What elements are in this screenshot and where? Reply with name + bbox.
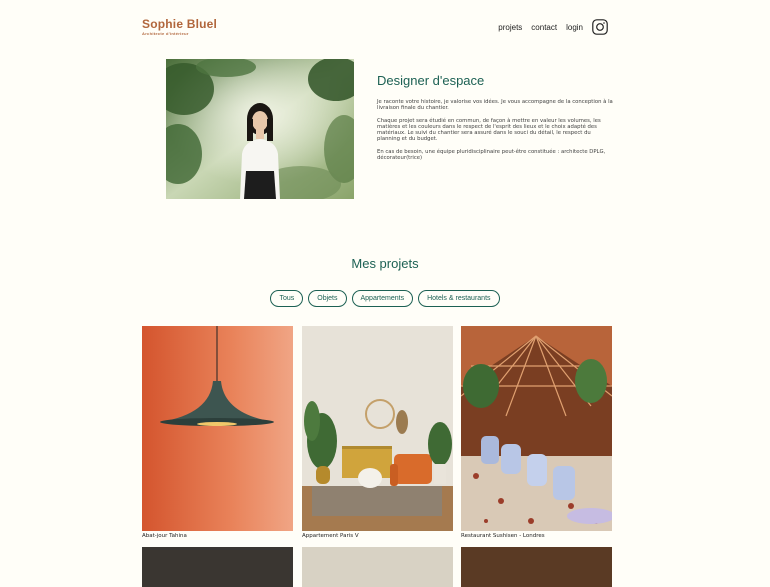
logo[interactable]: Sophie Bluel Architecte d'intérieur	[142, 17, 218, 37]
intro-title: Designer d'espace	[377, 73, 485, 88]
main-nav: projets contact login	[489, 19, 608, 35]
project-image-apartment	[302, 326, 453, 531]
project-caption: Appartement Paris V	[302, 533, 359, 539]
project-caption: Restaurant Sushisen - Londres	[461, 533, 545, 539]
project-image-restaurant	[461, 326, 612, 531]
nav-contact[interactable]: contact	[531, 23, 557, 32]
intro-paragraph: En cas de besoin, une équipe pluridiscip…	[377, 148, 606, 162]
portrait-photo	[166, 59, 354, 199]
filter-tous[interactable]: Tous	[270, 290, 304, 307]
filter-appartements[interactable]: Appartements	[351, 290, 414, 307]
gallery-item[interactable]	[142, 547, 293, 587]
intro-paragraph: Je raconte votre histoire, je valorise v…	[377, 99, 613, 112]
intro-paragraph: Chaque projet sera étudié en commun, de …	[377, 117, 601, 143]
projects-title: Mes projets	[351, 256, 419, 271]
filter-hotels-restaurants[interactable]: Hotels & restaurants	[418, 290, 500, 307]
filter-objets[interactable]: Objets	[308, 290, 347, 307]
logo-name: Sophie Bluel	[142, 17, 218, 31]
gallery-item[interactable]: Restaurant Sushisen - Londres	[461, 326, 612, 539]
gallery-item[interactable]: Appartement Paris V	[302, 326, 453, 539]
filter-bar: Tous Objets Appartements Hotels & restau…	[0, 290, 770, 307]
logo-subtitle: Architecte d'intérieur	[142, 31, 189, 36]
instagram-icon[interactable]	[592, 19, 608, 35]
project-image-lamp	[142, 326, 293, 531]
nav-projets[interactable]: projets	[498, 23, 522, 32]
intro-section: Designer d'espace Je raconte votre histo…	[377, 73, 614, 167]
gallery-item[interactable]	[461, 547, 612, 587]
gallery-item[interactable]	[302, 547, 453, 587]
project-caption: Abat-jour Tahina	[142, 533, 187, 539]
nav-login[interactable]: login	[566, 23, 583, 32]
gallery-item[interactable]: Abat-jour Tahina	[142, 326, 293, 539]
